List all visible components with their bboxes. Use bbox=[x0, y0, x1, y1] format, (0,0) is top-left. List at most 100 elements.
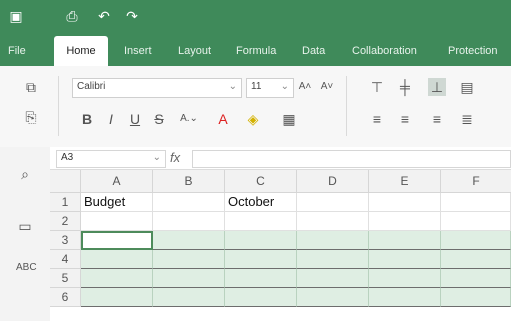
cell-a2[interactable] bbox=[81, 212, 153, 231]
tab-formula[interactable]: Formula bbox=[236, 36, 276, 66]
cell-a3-active[interactable] bbox=[81, 231, 153, 250]
cell-b4[interactable] bbox=[153, 250, 225, 269]
font-size-value: 11 bbox=[251, 81, 262, 92]
chevron-down-icon: ⌄ bbox=[152, 152, 161, 163]
cell-e3[interactable] bbox=[369, 231, 441, 250]
align-right-icon[interactable]: ≡ bbox=[428, 110, 446, 128]
cell-a5[interactable] bbox=[81, 269, 153, 288]
undo-icon[interactable]: ↶ bbox=[94, 6, 114, 26]
row-header-4[interactable]: 4 bbox=[50, 250, 81, 269]
strikethrough-icon[interactable]: S bbox=[152, 110, 166, 128]
cell-d4[interactable] bbox=[297, 250, 369, 269]
left-sidebar: ⌕ ▭ ABC bbox=[0, 147, 51, 321]
copy-icon[interactable]: ⧉ bbox=[22, 78, 40, 96]
cell-c5[interactable] bbox=[225, 269, 297, 288]
cell-d6[interactable] bbox=[297, 288, 369, 307]
align-bottom-icon[interactable]: ⊥ bbox=[428, 78, 446, 96]
tab-file[interactable]: File bbox=[8, 36, 26, 66]
search-icon[interactable]: ⌕ bbox=[16, 165, 34, 183]
spellcheck-icon[interactable]: ABC bbox=[16, 259, 37, 277]
cell-e4[interactable] bbox=[369, 250, 441, 269]
menu-bar: File Home Insert Layout Formula Data Col… bbox=[0, 36, 511, 66]
font-color-icon[interactable]: A bbox=[212, 110, 234, 128]
select-all-corner[interactable] bbox=[50, 170, 81, 193]
save-icon[interactable]: ▣ bbox=[6, 6, 26, 26]
cell-c1[interactable]: October bbox=[225, 193, 297, 212]
column-header-b[interactable]: B bbox=[153, 170, 225, 193]
align-center-icon[interactable]: ≡ bbox=[396, 110, 414, 128]
align-left-icon[interactable]: ≡ bbox=[368, 110, 386, 128]
row-header-6[interactable]: 6 bbox=[50, 288, 81, 307]
cell-e2[interactable] bbox=[369, 212, 441, 231]
comment-icon[interactable]: ▭ bbox=[16, 217, 34, 235]
cell-f6[interactable] bbox=[441, 288, 511, 307]
cell-d3[interactable] bbox=[297, 231, 369, 250]
cell-d5[interactable] bbox=[297, 269, 369, 288]
tab-layout[interactable]: Layout bbox=[178, 36, 211, 66]
print-icon[interactable]: ⎙ bbox=[62, 6, 82, 26]
cell-d2[interactable] bbox=[297, 212, 369, 231]
cell-a1[interactable]: Budget bbox=[81, 193, 153, 212]
cell-c6[interactable] bbox=[225, 288, 297, 307]
name-box[interactable]: A3 ⌄ bbox=[56, 150, 166, 168]
italic-icon[interactable]: I bbox=[104, 110, 118, 128]
row-header-5[interactable]: 5 bbox=[50, 269, 81, 288]
paste-icon[interactable]: ⎘ bbox=[22, 108, 40, 126]
column-header-c[interactable]: C bbox=[225, 170, 297, 193]
column-header-d[interactable]: D bbox=[297, 170, 369, 193]
cell-a6[interactable] bbox=[81, 288, 153, 307]
cell-b6[interactable] bbox=[153, 288, 225, 307]
font-size-select[interactable]: 11 ⌄ bbox=[246, 78, 294, 98]
borders-icon[interactable]: ▦ bbox=[278, 110, 300, 128]
cell-e6[interactable] bbox=[369, 288, 441, 307]
cell-f4[interactable] bbox=[441, 250, 511, 269]
cell-c2[interactable] bbox=[225, 212, 297, 231]
cell-b5[interactable] bbox=[153, 269, 225, 288]
name-box-value: A3 bbox=[61, 152, 74, 163]
cell-f1[interactable] bbox=[441, 193, 511, 212]
decrease-font-icon[interactable]: A˅ bbox=[318, 78, 336, 96]
align-middle-icon[interactable]: ╪ bbox=[396, 78, 414, 96]
formula-bar: A3 ⌄ fx bbox=[50, 147, 511, 170]
cell-f3[interactable] bbox=[441, 231, 511, 250]
cell-c4[interactable] bbox=[225, 250, 297, 269]
justify-icon[interactable]: ≣ bbox=[458, 110, 476, 128]
align-top-icon[interactable]: ⊤ bbox=[368, 78, 386, 96]
fill-color-icon[interactable]: ◈ bbox=[242, 110, 264, 128]
ribbon-separator bbox=[346, 76, 347, 136]
underline-icon[interactable]: U bbox=[128, 110, 142, 128]
cell-a4[interactable] bbox=[81, 250, 153, 269]
cell-b2[interactable] bbox=[153, 212, 225, 231]
tab-insert[interactable]: Insert bbox=[124, 36, 152, 66]
column-header-e[interactable]: E bbox=[369, 170, 441, 193]
tab-collaboration[interactable]: Collaboration bbox=[352, 36, 417, 66]
column-header-a[interactable]: A bbox=[81, 170, 153, 193]
chevron-down-icon: ⌄ bbox=[228, 81, 237, 92]
spreadsheet-grid: A B C D E F 1 2 3 4 5 6 Budget October bbox=[50, 170, 511, 321]
tab-home[interactable]: Home bbox=[54, 36, 108, 66]
tab-protection[interactable]: Protection bbox=[448, 36, 498, 66]
column-header-f[interactable]: F bbox=[441, 170, 511, 193]
redo-icon[interactable]: ↷ bbox=[122, 6, 142, 26]
tab-data[interactable]: Data bbox=[302, 36, 325, 66]
row-header-2[interactable]: 2 bbox=[50, 212, 81, 231]
cell-e1[interactable] bbox=[369, 193, 441, 212]
chevron-down-icon: ⌄ bbox=[280, 81, 289, 92]
cell-f5[interactable] bbox=[441, 269, 511, 288]
increase-font-icon[interactable]: A˄ bbox=[296, 78, 314, 96]
subscript-icon[interactable]: A.⌄ bbox=[176, 110, 202, 128]
formula-input[interactable] bbox=[192, 150, 511, 168]
title-bar: ▣ ⎙ ↶ ↷ bbox=[0, 0, 511, 36]
row-header-3[interactable]: 3 bbox=[50, 231, 81, 250]
cell-b1[interactable] bbox=[153, 193, 225, 212]
wrap-text-icon[interactable]: ▤ bbox=[458, 78, 476, 96]
bold-icon[interactable]: B bbox=[80, 110, 94, 128]
font-family-select[interactable]: Calibri ⌄ bbox=[72, 78, 242, 98]
row-header-1[interactable]: 1 bbox=[50, 193, 81, 212]
cell-f2[interactable] bbox=[441, 212, 511, 231]
cell-e5[interactable] bbox=[369, 269, 441, 288]
cell-c3[interactable] bbox=[225, 231, 297, 250]
fx-label: fx bbox=[170, 150, 181, 165]
cell-d1[interactable] bbox=[297, 193, 369, 212]
cell-b3[interactable] bbox=[153, 231, 225, 250]
